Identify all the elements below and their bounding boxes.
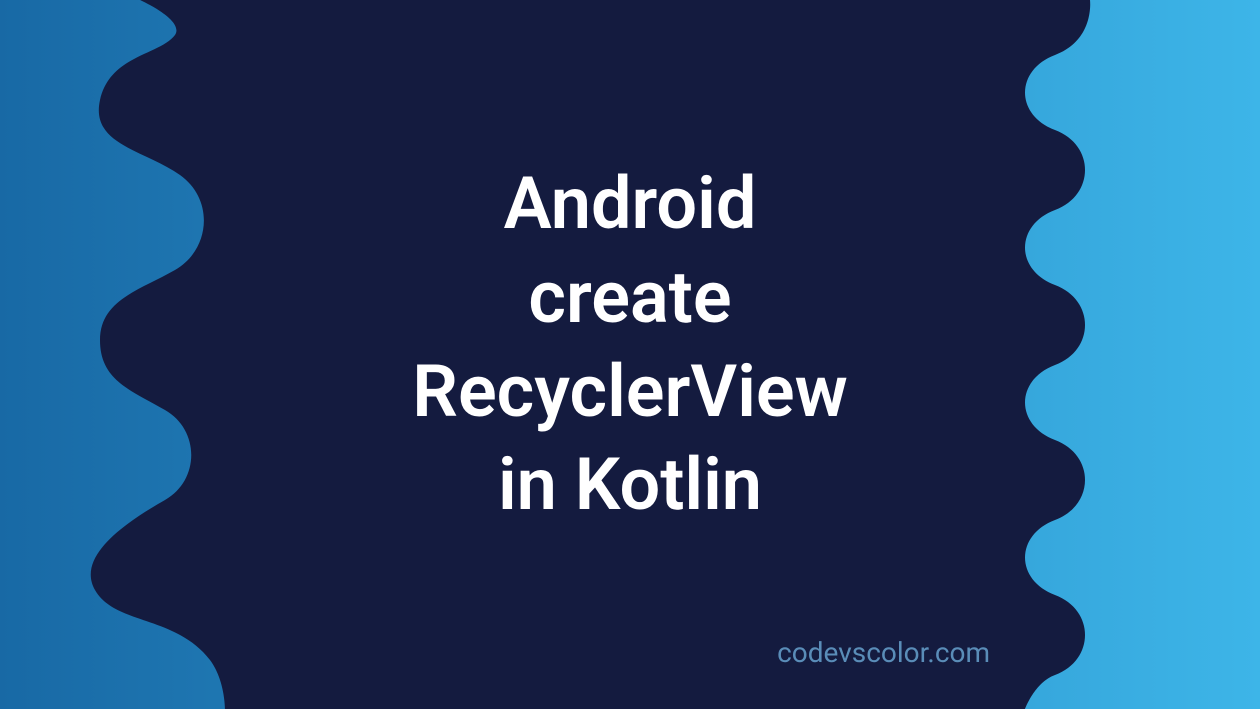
title-line-4: in Kotlin [498,442,762,527]
title-line-1: Android [504,161,757,246]
footer-attribution: codevscolor.com [777,636,990,669]
page-title: Android create RecyclerView in Kotlin [412,157,848,531]
content-container: Android create RecyclerView in Kotlin co… [0,0,1260,709]
title-line-3: RecyclerView [412,349,848,434]
title-line-2: create [528,255,731,340]
